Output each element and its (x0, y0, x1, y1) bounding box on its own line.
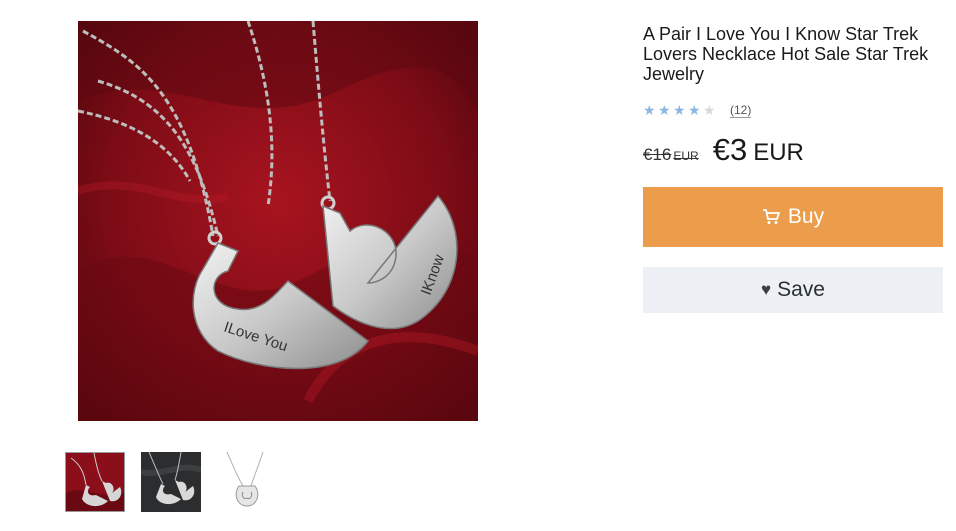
star-empty-icon: ★ (703, 102, 716, 118)
necklace-photo: ILove You IKnow (78, 21, 478, 421)
star-filled-icon: ★ (643, 102, 656, 118)
thumbnail-white-background[interactable] (217, 452, 277, 512)
cart-icon (762, 209, 780, 225)
buy-button-label: Buy (787, 205, 825, 228)
save-button-label: Save (777, 278, 825, 301)
star-filled-icon: ★ (658, 102, 671, 118)
save-button[interactable]: ♥ Save (643, 267, 943, 313)
price-row: €16 EUR €3 EUR (643, 132, 943, 168)
thumbnail-dark-background[interactable] (141, 452, 201, 512)
review-count-link[interactable]: (12) (730, 103, 752, 118)
sale-price-currency: EUR (753, 139, 804, 166)
original-price: €16 EUR (643, 145, 699, 165)
product-title: A Pair I Love You I Know Star Trek Lover… (643, 24, 929, 84)
original-price-currency: EUR (673, 149, 699, 163)
sale-price-amount: €3 (712, 132, 748, 167)
heart-icon: ♥ (761, 280, 772, 299)
original-price-amount: €16 (643, 145, 672, 164)
star-filled-icon: ★ (673, 102, 686, 118)
product-main-image[interactable]: ILove You IKnow (78, 21, 478, 421)
product-page: ILove You IKnow A Pair I Love You I Know… (0, 0, 956, 531)
star-rating: ★ ★ ★ ★ ★ (643, 103, 718, 117)
product-info-panel: A Pair I Love You I Know Star Trek Lover… (643, 24, 943, 313)
sale-price: €3 EUR (713, 132, 804, 168)
thumbnail-red-background[interactable] (65, 452, 125, 512)
rating-row: ★ ★ ★ ★ ★ (12) (643, 101, 943, 119)
star-filled-icon: ★ (688, 102, 701, 118)
thumbnail-strip (65, 452, 277, 512)
buy-button[interactable]: Buy (643, 187, 943, 247)
